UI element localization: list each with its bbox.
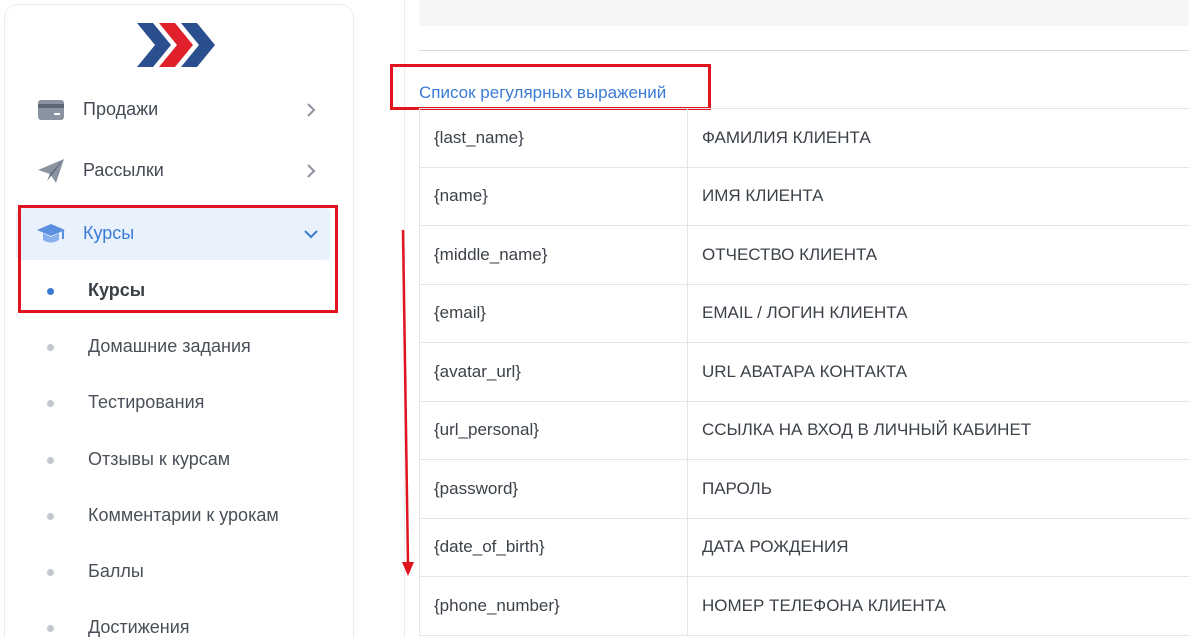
regex-key: {url_personal} [419,400,688,460]
regex-value: URL АВАТАРА КОНТАКТА [687,342,1189,402]
chevrons-logo[interactable] [137,19,217,71]
regex-table: {last_name} ФАМИЛИЯ КЛИЕНТА {name} ИМЯ К… [419,108,1189,636]
regex-value: ПАРОЛЬ [687,459,1189,519]
table-row: {avatar_url} URL АВАТАРА КОНТАКТА [419,342,1189,402]
highlight-box-courses [18,205,338,313]
chevron-right-icon [307,103,316,117]
regex-key: {date_of_birth} [419,517,688,577]
regex-key: {email} [419,283,688,343]
subitem-tests[interactable]: Тестирования [40,388,330,418]
table-row: {middle_name} ОТЧЕСТВО КЛИЕНТА [419,225,1189,285]
bullet-dot [47,344,54,351]
arrow-down-icon [401,229,414,576]
regex-key: {password} [419,459,688,519]
regex-key: {middle_name} [419,225,688,285]
chevron-right-icon [307,164,316,178]
table-row: {email} EMAIL / ЛОГИН КЛИЕНТА [419,283,1189,343]
bullet-dot [47,400,54,407]
regex-value: ДАТА РОЖДЕНИЯ [687,517,1189,577]
table-row: {name} ИМЯ КЛИЕНТА [419,166,1189,226]
sidebar-item-sales[interactable]: Продажи [16,84,330,136]
regex-value: НОМЕР ТЕЛЕФОНА КЛИЕНТА [687,576,1189,636]
sidebar-item-mailings[interactable]: Рассылки [16,145,330,197]
sidebar-item-label: Рассылки [83,160,164,180]
regex-value: ОТЧЕСТВО КЛИЕНТА [687,225,1189,285]
regex-value: ССЫЛКА НА ВХОД В ЛИЧНЫЙ КАБИНЕТ [687,400,1189,460]
subitem-points[interactable]: Баллы [40,557,330,587]
subitem-label: Баллы [88,561,144,581]
regex-value: EMAIL / ЛОГИН КЛИЕНТА [687,283,1189,343]
paper-plane-icon [38,159,64,183]
section-divider [419,50,1189,51]
top-toolbar [419,0,1189,26]
subitem-label: Комментарии к урокам [88,505,279,525]
subitem-label: Домашние задания [88,336,251,356]
table-row: {last_name} ФАМИЛИЯ КЛИЕНТА [419,108,1189,168]
regex-value: ФАМИЛИЯ КЛИЕНТА [687,108,1189,168]
regex-key: {avatar_url} [419,342,688,402]
regex-key: {last_name} [419,108,688,168]
card-icon [38,100,64,120]
table-row: {date_of_birth} ДАТА РОЖДЕНИЯ [419,517,1189,577]
regex-value: ИМЯ КЛИЕНТА [687,166,1189,226]
bullet-dot [47,513,54,520]
highlight-box-regex-title [390,64,711,110]
bullet-dot [47,569,54,576]
subitem-lesson-comments[interactable]: Комментарии к урокам [40,501,330,531]
table-row: {password} ПАРОЛЬ [419,459,1189,519]
sidebar-item-label: Продажи [83,99,159,119]
table-row: {phone_number} НОМЕР ТЕЛЕФОНА КЛИЕНТА [419,576,1189,636]
subitem-achievements[interactable]: Достижения [40,613,330,638]
subitem-reviews[interactable]: Отзывы к курсам [40,445,330,475]
subitem-label: Достижения [88,617,190,637]
table-row: {url_personal} ССЫЛКА НА ВХОД В ЛИЧНЫЙ К… [419,400,1189,460]
bullet-dot [47,457,54,464]
subitem-label: Тестирования [88,392,205,412]
regex-key: {name} [419,166,688,226]
regex-key: {phone_number} [419,576,688,636]
subitem-label: Отзывы к курсам [88,449,231,469]
subitem-homework[interactable]: Домашние задания [40,332,330,362]
bullet-dot [47,625,54,632]
